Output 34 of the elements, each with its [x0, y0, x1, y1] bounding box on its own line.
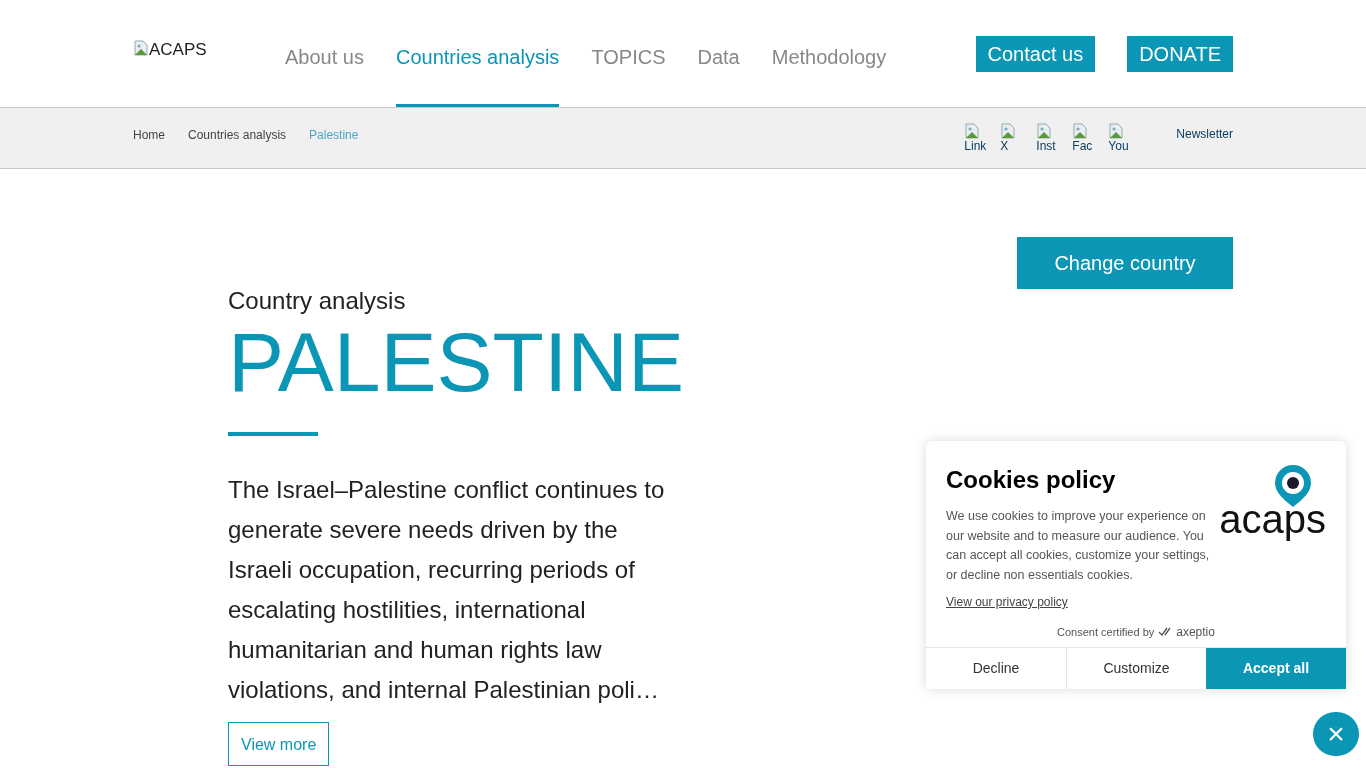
nav-tab[interactable]: TOPICS	[591, 0, 666, 107]
dialog-button[interactable]: Customize	[1066, 648, 1206, 689]
social-link[interactable]: Inst	[1036, 139, 1056, 153]
social-link[interactable]: X	[1000, 139, 1009, 153]
privacy-link[interactable]: View our privacy policy	[946, 593, 1068, 611]
breadcrumb-link[interactable]: Countries analysis	[188, 126, 287, 144]
broken-image-icon	[1072, 123, 1089, 139]
social-link[interactable]: You	[1108, 139, 1129, 153]
broken-image-icon	[1036, 123, 1053, 139]
section-label: Country analysis	[228, 287, 407, 315]
nav-tab[interactable]: Methodology	[771, 0, 887, 107]
broken-image-icon	[133, 40, 149, 56]
dialog-title: Cookies policy	[946, 465, 1116, 495]
newsletter-link[interactable]: Newsletter	[1176, 108, 1233, 143]
broken-image-icon	[1000, 123, 1017, 139]
broken-image-icon	[964, 123, 981, 139]
certified-text: Consent certified by	[1057, 624, 1155, 640]
broken-image-icon	[1108, 123, 1125, 139]
location-pin-icon	[1272, 463, 1313, 509]
view-more-button[interactable]: View more	[228, 722, 330, 766]
social-link[interactable]: Link	[964, 139, 987, 153]
description-text: The Israel–Palestine conflict continues to generate severe needs driven by the Israeli occupation, recurring periods of escalating hostilities, international humanitarian and human rights law violations, and internal Palestinian poli…	[228, 475, 666, 705]
logo-alt-text: ACAPS	[149, 40, 207, 60]
certifier-name: axeptio	[1176, 624, 1215, 641]
check-icon	[1158, 627, 1173, 637]
logo-image[interactable]: ACAPS	[133, 0, 283, 60]
cookie-text: We use cookies to improve your experience on our website and to measure our audience. You can accept all cookies, customize your settings, or decline non essentials cookies.	[946, 508, 1211, 584]
social-link[interactable]: Fac	[1072, 139, 1093, 153]
nav-tab[interactable]: About us	[285, 0, 364, 107]
nav-tab[interactable]: Data	[697, 0, 740, 107]
dialog-button[interactable]: Decline	[926, 648, 1066, 689]
page-title: PALESTINE	[228, 317, 685, 407]
breadcrumb-link[interactable]: Home	[133, 126, 165, 144]
logo-text: acaps	[1219, 499, 1326, 539]
